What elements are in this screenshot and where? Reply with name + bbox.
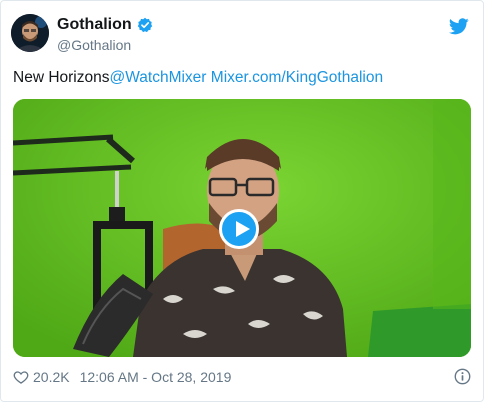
user-handle[interactable]: @Gothalion	[57, 37, 153, 53]
tweet-footer: 20.2K 12:06 AM - Oct 28, 2019	[13, 367, 471, 387]
url-link[interactable]: Mixer.com/KingGothalion	[211, 69, 383, 86]
display-name[interactable]: Gothalion	[57, 16, 132, 34]
play-icon[interactable]	[219, 209, 259, 249]
display-name-row: Gothalion	[57, 16, 153, 34]
twitter-bird-icon[interactable]	[448, 18, 469, 35]
like-count[interactable]: 20.2K	[33, 369, 70, 385]
tweet-text: New Horizons@WatchMixer Mixer.com/KingGo…	[13, 69, 383, 87]
avatar[interactable]	[11, 14, 49, 52]
info-icon[interactable]	[454, 368, 471, 385]
tweet-header: Gothalion @Gothalion	[11, 14, 473, 56]
tweet-card: Gothalion @Gothalion New Horizons@WatchM…	[0, 0, 484, 402]
user-names: Gothalion @Gothalion	[57, 16, 153, 53]
video-player[interactable]	[13, 99, 471, 357]
tweet-timestamp[interactable]: 12:06 AM - Oct 28, 2019	[80, 369, 232, 385]
heart-icon[interactable]	[13, 369, 29, 385]
mention-link[interactable]: @WatchMixer	[109, 69, 206, 86]
verified-badge-icon	[137, 17, 153, 33]
tweet-text-plain: New Horizons	[13, 69, 110, 86]
